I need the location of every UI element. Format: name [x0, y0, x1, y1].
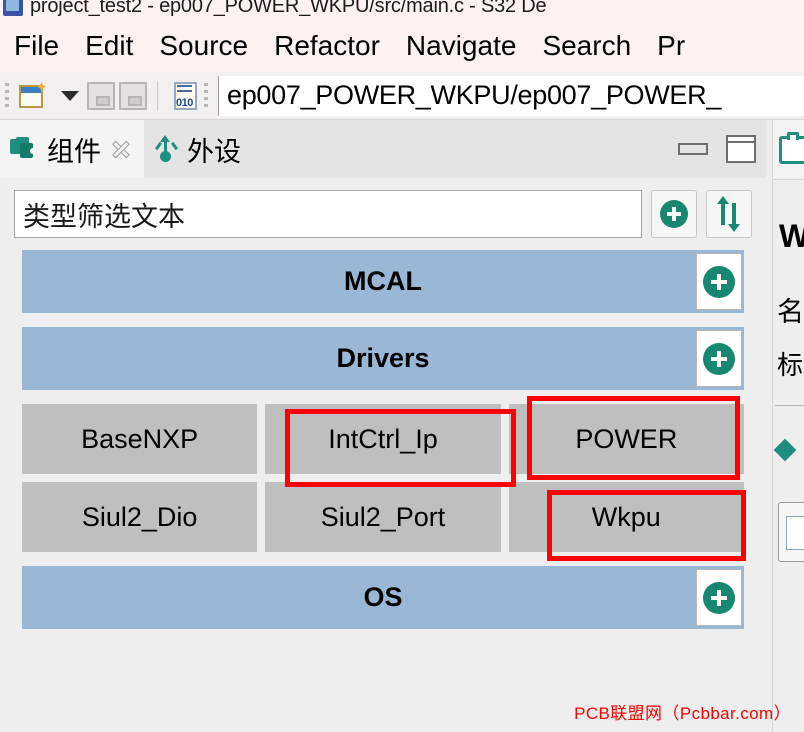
tab-components-label: 组件 [47, 136, 101, 167]
component-intctrl-ip[interactable]: IntCtrl_Ip [265, 404, 501, 474]
binary-file-digits: 010 [176, 96, 193, 109]
menu-item-edit[interactable]: Edit [85, 30, 133, 62]
right-panel-body: W 名 标 [772, 179, 804, 732]
right-panel-heading: W [779, 218, 804, 255]
sort-button[interactable] [706, 190, 752, 238]
filter-input-value: 类型筛选文本 [23, 201, 185, 232]
component-label: POWER [575, 423, 678, 454]
diamond-icon [773, 438, 797, 462]
components-view: 组件 外设 类型筛选文本 MCAL Drivers BaseNXP IntCtr… [0, 120, 766, 732]
filter-row: 类型筛选文本 [0, 178, 766, 250]
filter-input[interactable]: 类型筛选文本 [14, 190, 642, 238]
tab-components[interactable]: 组件 [0, 120, 144, 178]
category-header-os[interactable]: OS [22, 566, 744, 629]
toolbar-separator [157, 80, 158, 111]
component-siul2-port[interactable]: Siul2_Port [265, 482, 501, 552]
window-title: project_test2 - ep007_POWER_WKPU/src/mai… [30, 0, 547, 17]
drivers-component-grid: BaseNXP IntCtrl_Ip POWER Siul2_Dio Siul2… [22, 404, 744, 552]
watermark: PCB联盟网（Pcbbar.com） [574, 704, 791, 723]
maximize-view-icon[interactable] [726, 135, 756, 163]
category-title: MCAL [344, 266, 422, 296]
plus-circle-icon [660, 200, 688, 228]
close-icon[interactable] [110, 138, 132, 160]
menu-item-navigate[interactable]: Navigate [406, 30, 517, 62]
window-titlebar: project_test2 - ep007_POWER_WKPU/src/mai… [0, 0, 804, 20]
sort-arrows-icon [717, 196, 741, 232]
view-controls [678, 120, 756, 178]
tab-peripherals-label: 外设 [187, 136, 241, 167]
binary-file-icon[interactable]: 010 [173, 81, 199, 111]
add-component-button[interactable] [651, 190, 697, 238]
usb-peripherals-icon [154, 135, 179, 162]
right-panel-field-stub[interactable] [778, 502, 804, 562]
new-file-icon[interactable]: ✦ [17, 78, 48, 110]
right-panel-line-2: 标 [777, 350, 804, 380]
menu-item-search[interactable]: Search [542, 30, 631, 62]
right-panel-line-1: 名 [777, 297, 804, 327]
sparkle-icon: ✦ [35, 78, 48, 96]
plus-circle-icon [703, 342, 735, 375]
plus-circle-icon [703, 265, 735, 298]
minimize-view-icon[interactable] [678, 143, 708, 155]
component-label: Siul2_Port [320, 501, 446, 532]
category-title: OS [363, 582, 403, 612]
menu-item-file[interactable]: File [14, 30, 59, 62]
s32-design-studio-icon [3, 0, 23, 16]
path-field-value: ep007_POWER_WKPU/ep007_POWER_ [227, 80, 722, 110]
component-label: Siul2_Dio [81, 501, 198, 532]
tab-peripherals[interactable]: 外设 [144, 120, 253, 178]
right-panel-divider [775, 405, 804, 406]
category-header-mcal[interactable]: MCAL [22, 250, 744, 313]
component-label: IntCtrl_Ip [328, 423, 438, 454]
add-to-mcal-button[interactable] [696, 253, 742, 310]
view-tabstrip: 组件 外设 [0, 120, 766, 178]
menu-item-project[interactable]: Pr [657, 30, 685, 62]
plus-circle-icon [703, 581, 735, 614]
component-basenxp[interactable]: BaseNXP [22, 404, 258, 474]
category-title: Drivers [336, 343, 430, 373]
right-panel: W 名 标 [772, 120, 804, 732]
toolbar-grip[interactable] [5, 82, 9, 109]
right-panel-tab[interactable] [772, 120, 804, 178]
path-field[interactable]: ep007_POWER_WKPU/ep007_POWER_ [218, 75, 804, 116]
add-to-drivers-button[interactable] [696, 330, 742, 387]
category-header-drivers[interactable]: Drivers [22, 327, 744, 390]
clipboard-icon [779, 132, 804, 164]
component-power[interactable]: POWER [508, 404, 744, 474]
menu-item-refactor[interactable]: Refactor [274, 30, 380, 62]
menu-item-source[interactable]: Source [159, 30, 248, 62]
add-to-os-button[interactable] [696, 569, 742, 626]
chevron-down-icon[interactable] [61, 90, 79, 101]
save-all-icon[interactable] [119, 81, 147, 110]
components-icon [10, 137, 38, 161]
component-tree: MCAL Drivers BaseNXP IntCtrl_Ip POWER Si [0, 250, 766, 643]
component-wkpu[interactable]: Wkpu [508, 482, 744, 552]
component-label: Wkpu [591, 501, 661, 532]
main-toolbar: ✦ 010 ep007_POWER_WKPU/ep007_POWER_ [0, 72, 804, 120]
component-siul2-dio[interactable]: Siul2_Dio [22, 482, 258, 552]
save-icon[interactable] [87, 81, 115, 110]
toolbar-grip-2[interactable] [204, 82, 208, 109]
component-label: BaseNXP [81, 423, 199, 454]
menubar: File Edit Source Refactor Navigate Searc… [0, 20, 804, 72]
